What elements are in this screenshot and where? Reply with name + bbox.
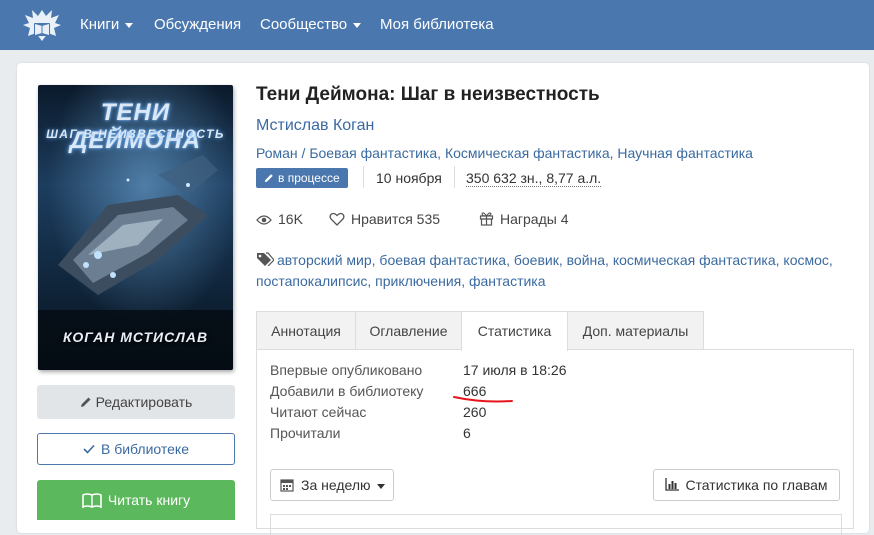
chevron-down-icon: [376, 483, 385, 489]
nav-community[interactable]: Сообщество: [260, 16, 362, 33]
cover-subtitle: ШАГ В НЕИЗВЕСТНОСТЬ: [46, 127, 225, 141]
red-underline-annotation: [453, 396, 513, 403]
status-badge: в процессе: [256, 168, 348, 188]
book-size: 350 632 зн., 8,77 а.л.: [466, 170, 602, 187]
tab-contents[interactable]: Оглавление: [355, 311, 462, 350]
genre-link[interactable]: Научная фантастика: [617, 145, 753, 161]
views-count: 16K: [256, 211, 303, 227]
gift-icon: [479, 212, 494, 226]
tag-link[interactable]: авторский мир: [277, 252, 372, 268]
pencil-icon: [264, 174, 273, 183]
tag-link[interactable]: космос: [783, 252, 828, 268]
awards-button[interactable]: Награды 4: [479, 211, 569, 227]
chart-area: [270, 514, 842, 535]
genre-link[interactable]: Роман: [256, 145, 298, 161]
top-navbar: Книги Обсуждения Сообщество Моя библиоте…: [0, 0, 874, 50]
in-library-button[interactable]: В библиотеке: [37, 433, 235, 465]
tab-statistics[interactable]: Статистика: [461, 311, 568, 351]
tag-link[interactable]: боевик: [514, 252, 559, 268]
book-cover[interactable]: ТЕНИ ДЕЙМОНА ШАГ В НЕИЗВЕСТНОСТЬ КОГАН М…: [38, 85, 233, 370]
chapter-stats-button[interactable]: Статистика по главам: [653, 469, 840, 501]
in-library-label: В библиотеке: [100, 441, 190, 457]
tag-link[interactable]: фантастика: [469, 273, 546, 289]
period-select[interactable]: За неделю: [270, 469, 394, 501]
tag-list: авторский мир, боевая фантастика, боевик…: [256, 252, 833, 289]
tag-link[interactable]: война: [567, 252, 605, 268]
pencil-icon: [80, 397, 91, 407]
heart-icon: [329, 212, 345, 226]
tag-link[interactable]: приключения: [375, 273, 461, 289]
site-logo-icon[interactable]: [22, 6, 62, 44]
likes-button[interactable]: Нравится 535: [329, 211, 440, 227]
nav-my-library[interactable]: Моя библиотека: [380, 16, 494, 33]
stat-label: Читают сейчас: [270, 404, 367, 420]
chevron-down-icon: [353, 22, 362, 28]
chapter-stats-label: Статистика по главам: [685, 477, 828, 493]
nav-books[interactable]: Книги: [80, 16, 134, 33]
tab-annotation[interactable]: Аннотация: [256, 311, 356, 350]
tab-extra-materials[interactable]: Доп. материалы: [567, 311, 704, 350]
check-icon: [83, 444, 95, 454]
genre-separator: /: [297, 145, 310, 161]
stat-label: Впервые опубликовано: [270, 362, 423, 378]
divider: [363, 166, 364, 188]
divider: [454, 166, 455, 188]
genre-link[interactable]: Боевая фантастика: [309, 145, 437, 161]
open-book-icon: [82, 493, 102, 509]
calendar-icon: [280, 479, 294, 492]
tag-link[interactable]: боевая фантастика: [379, 252, 506, 268]
stat-label: Добавили в библиотеку: [270, 383, 424, 399]
update-date: 10 ноября: [376, 170, 442, 186]
author-link[interactable]: Мстислав Коган: [256, 117, 374, 135]
tag-link[interactable]: космическая фантастика: [613, 252, 776, 268]
status-label: в процессе: [278, 171, 340, 185]
stat-value: 260: [463, 404, 487, 420]
period-select-value: За неделю: [301, 477, 371, 493]
genre-link[interactable]: Космическая фантастика: [445, 145, 610, 161]
edit-button-label: Редактировать: [95, 394, 193, 410]
book-title: Тени Деймона: Шаг в неизвестность: [256, 84, 600, 105]
read-book-button[interactable]: Читать книгу: [37, 480, 235, 520]
eye-icon: [256, 215, 272, 225]
stat-value: 17 июля в 18:26: [463, 362, 567, 378]
edit-button[interactable]: Редактировать: [37, 385, 235, 419]
cover-author: КОГАН МСТИСЛАВ: [62, 329, 209, 345]
bar-chart-icon: [665, 478, 680, 491]
tags-icon: [257, 252, 275, 267]
genre-list: Роман / Боевая фантастика, Космическая ф…: [256, 145, 753, 161]
chevron-down-icon: [125, 22, 134, 28]
tag-link[interactable]: постапокалипсис: [256, 273, 367, 289]
nav-discussions[interactable]: Обсуждения: [154, 16, 241, 33]
read-book-label: Читать книгу: [107, 492, 191, 508]
stat-value: 6: [463, 425, 471, 441]
stat-label: Прочитали: [270, 425, 341, 441]
